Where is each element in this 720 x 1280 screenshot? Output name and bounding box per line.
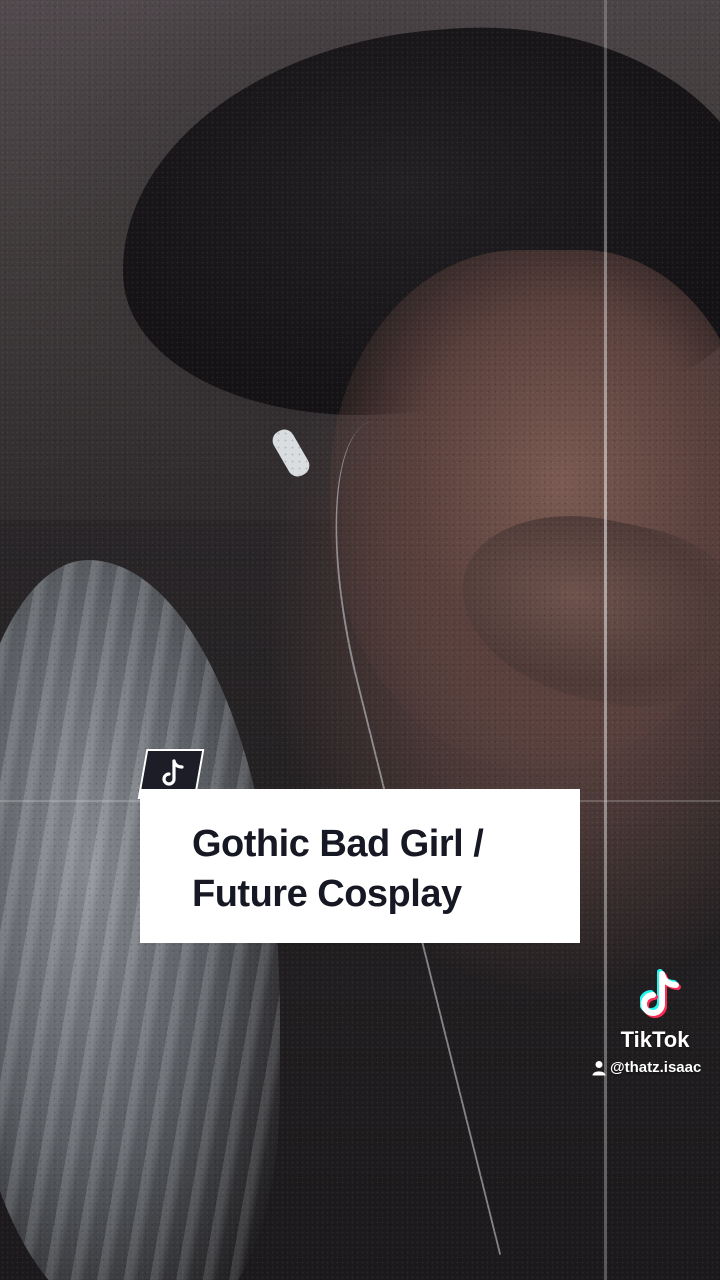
tiktok-logo-icon	[640, 969, 681, 1018]
watermark-username: @thatz.isaac	[592, 1059, 701, 1076]
video-frame[interactable]: Gothic Bad Girl / Future Cosplay TikTok …	[0, 0, 720, 1280]
username-text: @thatz.isaac	[610, 1059, 702, 1076]
caption-line-2: Future Cosplay	[192, 873, 462, 915]
film-grain-overlay	[0, 0, 720, 1280]
tiktok-note-icon	[162, 759, 184, 786]
person-icon	[592, 1060, 606, 1075]
caption-card: Gothic Bad Girl / Future Cosplay	[140, 789, 580, 943]
caption-line-1: Gothic Bad Girl /	[192, 823, 484, 865]
tiktok-brand-label: TikTok	[620, 1027, 690, 1052]
